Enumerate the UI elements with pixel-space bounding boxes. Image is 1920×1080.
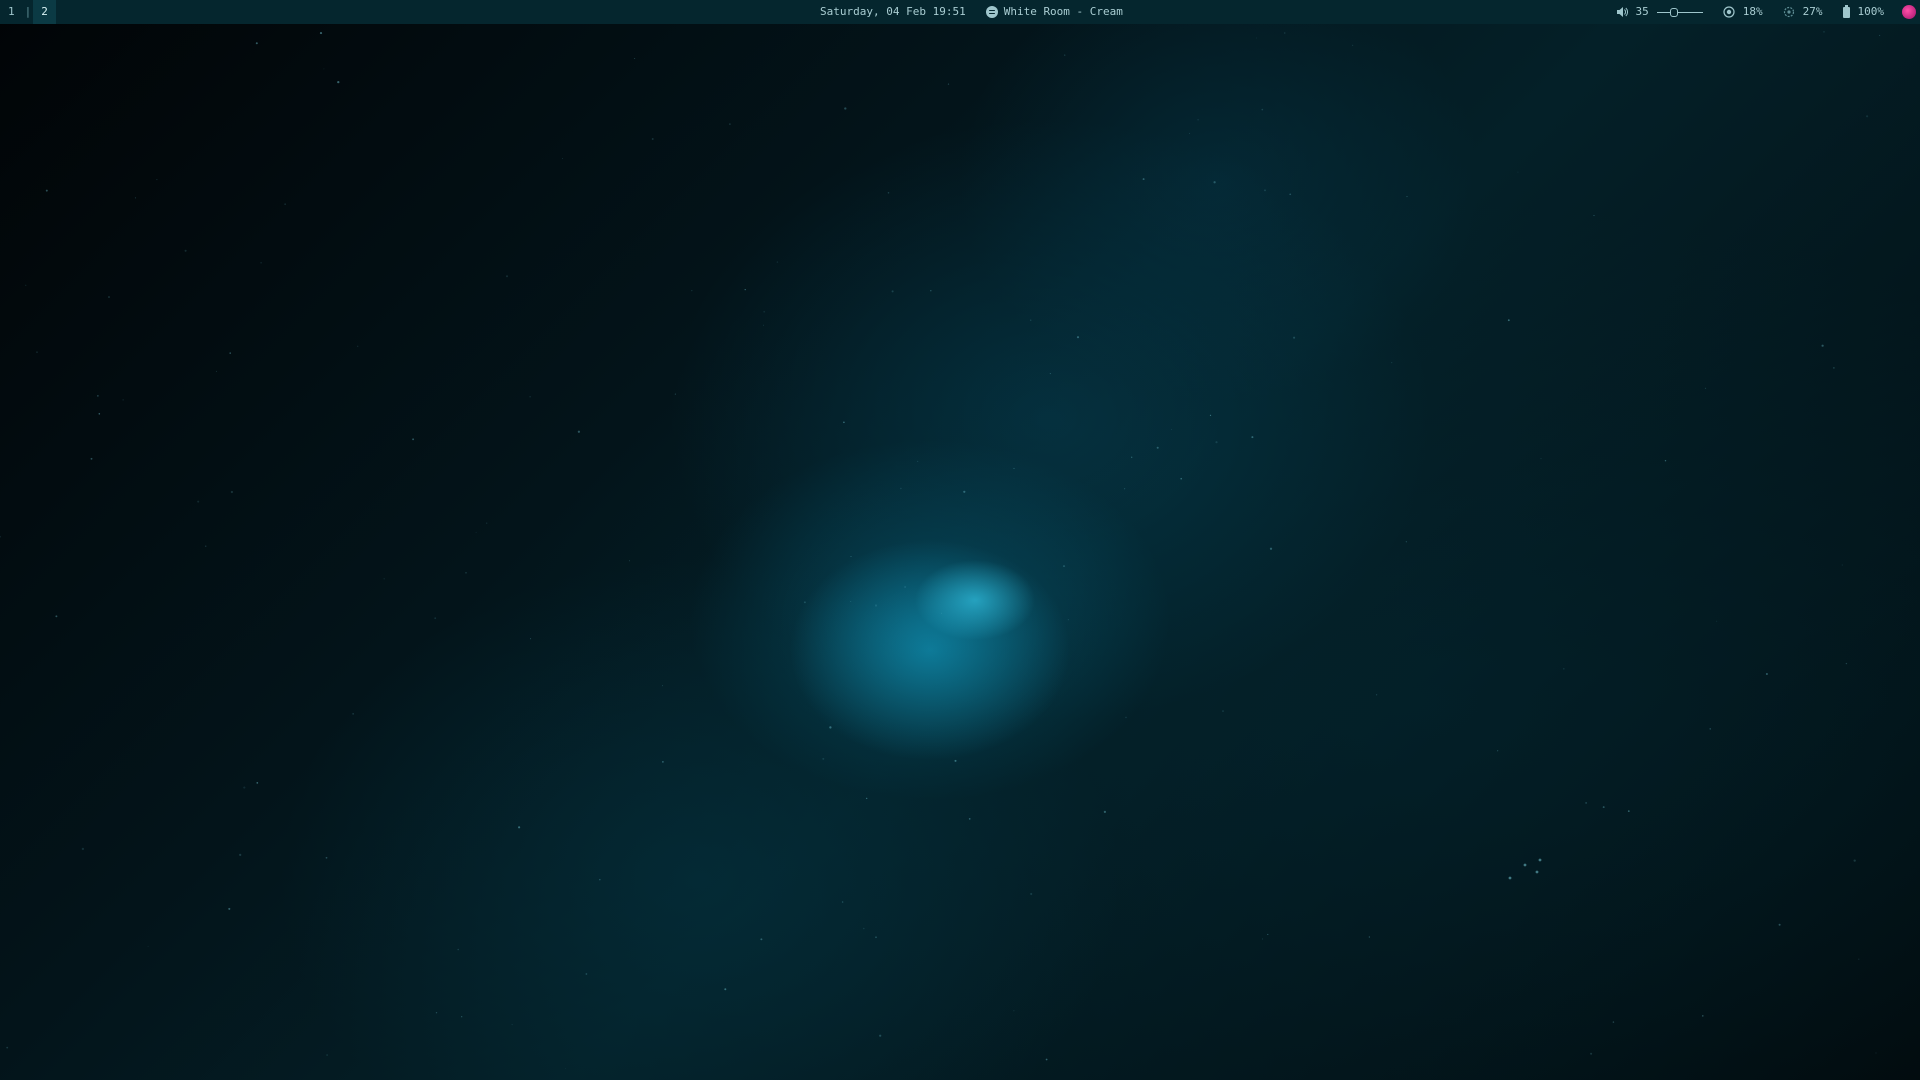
now-playing[interactable]: White Room - Cream (985, 0, 1123, 24)
nebula-stars (0, 31, 1881, 1069)
workspace-switcher: 1 | 2 (0, 0, 56, 24)
speaker-icon (1616, 6, 1628, 18)
memory-icon (1783, 6, 1795, 18)
clock[interactable]: Saturday, 04 Feb 19:51 (820, 0, 966, 24)
battery-value: 100% (1857, 5, 1885, 18)
avatar-icon[interactable] (1902, 5, 1916, 19)
cpu-value: 18% (1742, 5, 1763, 18)
right-modules: 35 18% 27% 100% (1596, 0, 1920, 24)
volume-knob[interactable] (1669, 8, 1678, 17)
cpu-module[interactable]: 18% (1723, 0, 1763, 24)
workspace-1[interactable]: 1 (0, 0, 23, 24)
volume-value: 35 (1635, 5, 1649, 18)
memory-value: 27% (1802, 5, 1823, 18)
memory-module[interactable]: 27% (1783, 0, 1823, 24)
battery-module[interactable]: 100% (1842, 0, 1885, 24)
workspace-separator: | (24, 5, 32, 18)
spotify-icon (985, 6, 998, 18)
battery-icon (1842, 4, 1850, 18)
volume-module[interactable]: 35 (1616, 0, 1703, 24)
volume-slider[interactable] (1656, 7, 1703, 17)
now-playing-track: White Room - Cream (1003, 5, 1123, 18)
workspace-2[interactable]: 2 (33, 0, 56, 24)
desktop-wallpaper (0, 0, 1920, 1080)
volume-track (1656, 12, 1703, 13)
center-modules: Saturday, 04 Feb 19:51 White Room - Crea… (820, 0, 1123, 24)
top-bar: 1 | 2 Saturday, 04 Feb 19:51 White Room … (0, 0, 1920, 24)
cpu-icon (1723, 6, 1735, 18)
